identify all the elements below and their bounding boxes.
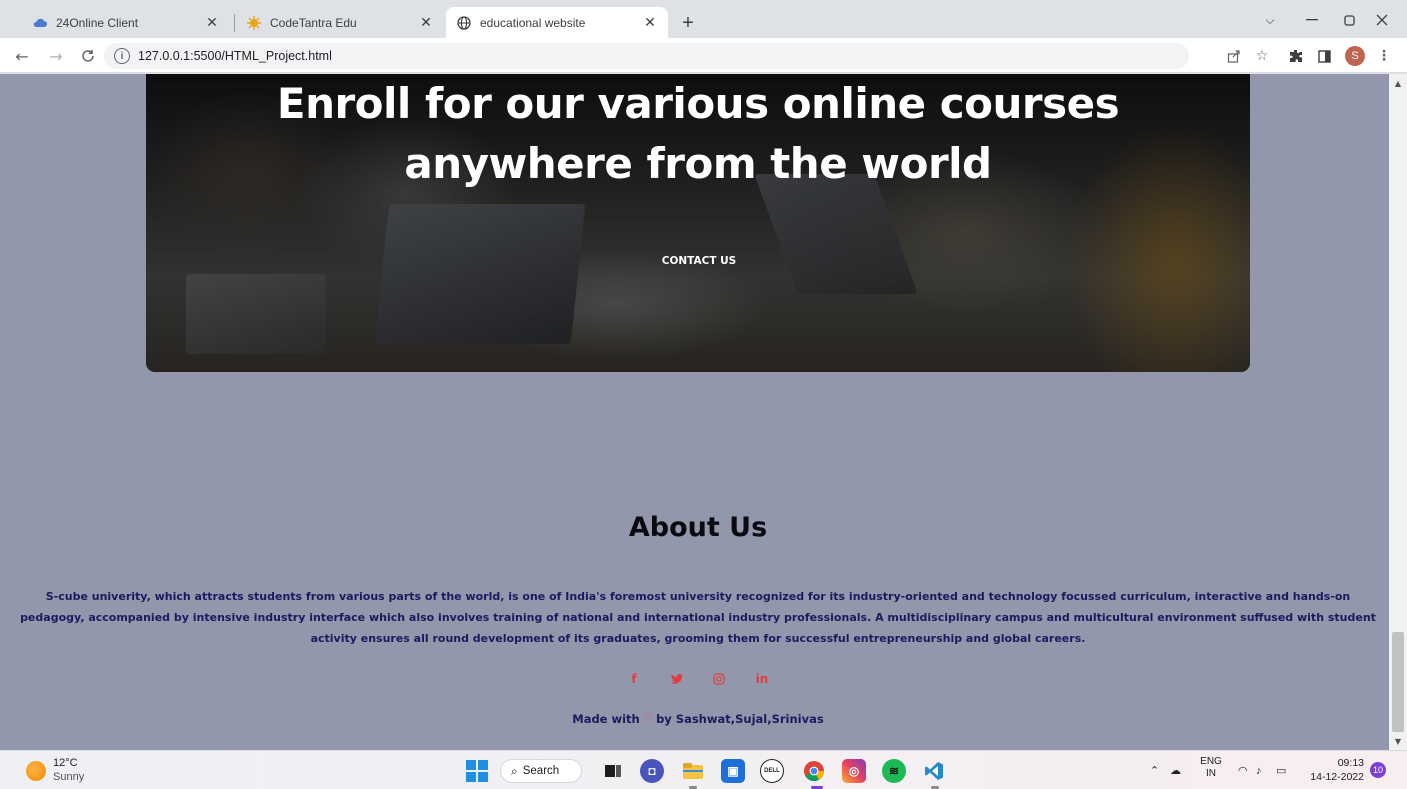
social-links: f in bbox=[623, 668, 773, 690]
weather-temperature[interactable]: 12°C bbox=[53, 757, 78, 769]
back-arrow-icon[interactable]: ← bbox=[10, 44, 34, 68]
close-icon[interactable]: ✕ bbox=[642, 14, 658, 31]
tab-search-chevron-icon[interactable]: ⌵ bbox=[1250, 6, 1290, 34]
share-icon[interactable] bbox=[1224, 46, 1244, 66]
battery-icon[interactable]: ▭ bbox=[1276, 751, 1286, 789]
volume-icon[interactable]: ♪ bbox=[1256, 751, 1262, 789]
profile-avatar[interactable]: S bbox=[1345, 46, 1365, 66]
onedrive-icon[interactable]: ☁ bbox=[1170, 751, 1181, 789]
address-bar[interactable]: i 127.0.0.1:5500/HTML_Project.html bbox=[104, 43, 1189, 69]
taskbar-search[interactable]: ⌕ Search bbox=[500, 759, 582, 783]
minimize-icon[interactable] bbox=[1292, 6, 1332, 34]
clock-date: 14-12-2022 bbox=[1310, 771, 1364, 783]
bookmark-star-icon[interactable]: ☆ bbox=[1252, 46, 1272, 66]
hero-title: Enroll for our various online courses an… bbox=[276, 79, 1120, 188]
extensions-icon[interactable] bbox=[1286, 46, 1306, 66]
window-close-icon[interactable] bbox=[1362, 6, 1402, 34]
page-scrollbar[interactable]: ▲ ▼ bbox=[1389, 74, 1407, 750]
browser-tab-strip: 24Online Client ✕ CodeTantra Edu ✕ educa… bbox=[0, 0, 1407, 38]
dell-icon[interactable]: DELL bbox=[760, 759, 784, 783]
system-clock[interactable]: 09:13 14-12-2022 bbox=[1308, 756, 1364, 784]
about-us-text: S-cube univerity, which attracts student… bbox=[20, 590, 1376, 645]
language-code: ENG bbox=[1200, 756, 1222, 767]
clock-time: 09:13 bbox=[1337, 757, 1364, 769]
tab-label: CodeTantra Edu bbox=[270, 15, 357, 30]
footer-credit: Made with ♡ by Sashwat,Sujal,Srinivas bbox=[0, 712, 1389, 726]
forward-arrow-icon[interactable]: → bbox=[44, 44, 68, 68]
start-windows-icon[interactable] bbox=[466, 760, 488, 782]
task-view-icon[interactable] bbox=[601, 759, 625, 783]
weather-condition[interactable]: Sunny bbox=[53, 771, 84, 783]
tab-24online-client[interactable]: 24Online Client ✕ bbox=[22, 7, 230, 38]
tab-educational-website[interactable]: educational website ✕ bbox=[446, 7, 668, 38]
authors-label: by Sashwat,Sujal,Srinivas bbox=[656, 712, 824, 726]
close-icon[interactable]: ✕ bbox=[204, 14, 220, 31]
globe-icon bbox=[456, 15, 472, 31]
tab-codetantra-edu[interactable]: CodeTantra Edu ✕ bbox=[236, 7, 444, 38]
chrome-icon[interactable] bbox=[802, 759, 826, 783]
wifi-icon[interactable]: ◠ bbox=[1238, 751, 1248, 789]
language-region: IN bbox=[1206, 768, 1216, 779]
page-viewport: Enroll for our various online courses an… bbox=[0, 74, 1389, 750]
tab-label: 24Online Client bbox=[56, 15, 139, 30]
new-tab-button[interactable]: + bbox=[676, 11, 700, 35]
contact-us-button[interactable]: CONTACT US bbox=[644, 250, 754, 272]
heart-icon: ♡ bbox=[642, 712, 654, 726]
file-explorer-icon[interactable] bbox=[681, 759, 705, 783]
search-label: Search bbox=[522, 765, 560, 777]
chat-icon[interactable]: ◘ bbox=[640, 759, 664, 783]
scroll-down-arrow-icon[interactable]: ▼ bbox=[1393, 736, 1403, 746]
address-url: 127.0.0.1:5500/HTML_Project.html bbox=[138, 49, 332, 63]
made-with-label: Made with bbox=[572, 712, 640, 726]
instagram-app-icon[interactable]: ◎ bbox=[842, 759, 866, 783]
codetantra-icon bbox=[246, 15, 262, 31]
cloud-icon bbox=[32, 15, 48, 31]
menu-kebab-icon[interactable]: ⋮ bbox=[1374, 46, 1394, 66]
sun-icon[interactable] bbox=[26, 761, 46, 781]
spotify-icon[interactable]: ≋ bbox=[882, 759, 906, 783]
store-icon[interactable]: ▣ bbox=[721, 759, 745, 783]
hero-banner: Enroll for our various online courses an… bbox=[146, 74, 1250, 372]
tab-label: educational website bbox=[480, 15, 586, 30]
os-taskbar: 12°C Sunny ⌕ Search ◘ ▣ DELL ◎ ≋ ⌃ ☁ ENG… bbox=[0, 750, 1407, 789]
close-icon[interactable]: ✕ bbox=[418, 14, 434, 31]
search-icon: ⌕ bbox=[511, 763, 518, 778]
browser-toolbar: ← → i 127.0.0.1:5500/HTML_Project.html ☆… bbox=[0, 38, 1407, 73]
language-indicator[interactable]: ENG IN bbox=[1199, 756, 1223, 780]
twitter-icon[interactable] bbox=[666, 668, 688, 690]
notification-badge[interactable]: 10 bbox=[1370, 762, 1386, 778]
about-us-heading: About Us bbox=[628, 512, 768, 543]
scrollbar-thumb[interactable] bbox=[1392, 632, 1404, 732]
tab-divider bbox=[234, 14, 235, 32]
reload-icon[interactable] bbox=[76, 44, 100, 68]
vscode-icon[interactable] bbox=[922, 759, 946, 783]
instagram-icon[interactable] bbox=[708, 668, 730, 690]
scroll-up-arrow-icon[interactable]: ▲ bbox=[1393, 78, 1403, 88]
site-info-icon[interactable]: i bbox=[114, 48, 130, 64]
facebook-icon[interactable]: f bbox=[623, 668, 645, 690]
side-panel-icon[interactable] bbox=[1314, 46, 1334, 66]
tray-overflow-icon[interactable]: ⌃ bbox=[1150, 751, 1159, 789]
linkedin-icon[interactable]: in bbox=[751, 668, 773, 690]
